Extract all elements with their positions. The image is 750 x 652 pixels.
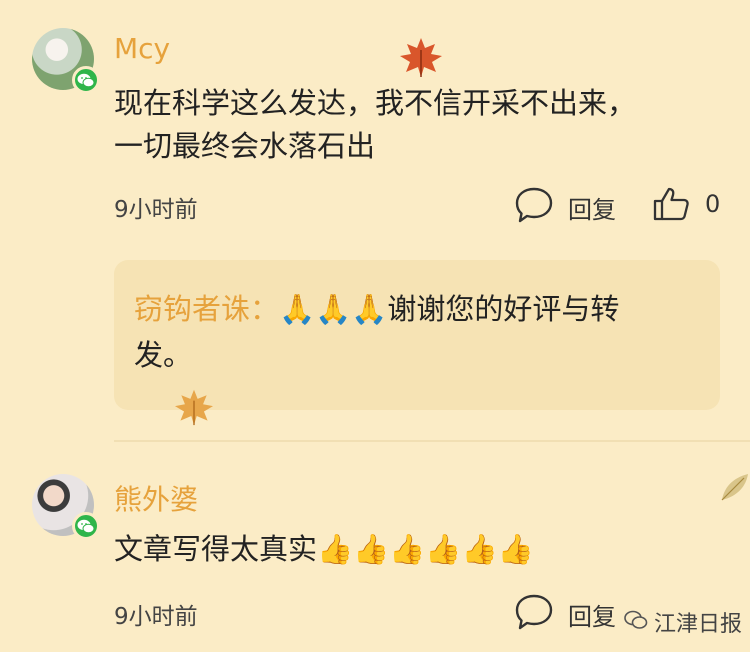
comment-author[interactable]: Mcy [114,32,170,65]
author-reply-text: 窃钩者诛：🙏🙏🙏谢谢您的好评与转 发。 [134,286,704,378]
leaf-icon [718,470,750,508]
comment-text-line: 文章写得太真实 [114,532,318,566]
reply-emojis: 🙏🙏🙏 [279,292,388,326]
comment-emojis: 👍👍👍👍👍👍 [317,532,534,566]
comment-text: 现在科学这么发达，我不信开采不出来， 一切最终会水落石出 [114,82,636,168]
comment-text: 文章写得太真实👍👍👍👍👍👍 [114,528,534,571]
comment-text-line: 一切最终会水落石出 [114,129,376,163]
thumbs-up-icon[interactable] [652,186,690,226]
maple-leaf-icon [398,36,444,87]
comment-author[interactable]: 熊外婆 [114,478,198,518]
wechat-icon [72,66,100,94]
comment-time: 9小时前 [114,197,198,223]
wechat-icon [72,512,100,540]
divider [114,440,750,442]
maple-leaf-icon [172,388,216,430]
comment-icon[interactable] [514,186,554,228]
watermark-text: 江津日报 [654,612,743,637]
comment-text-line: 现在科学这么发达，我不信开采不出来， [114,86,637,120]
reply-button[interactable]: 回复 [568,597,616,632]
comment-time: 9小时前 [114,604,198,630]
comment-icon[interactable] [514,593,554,635]
watermark: 江津日报 [624,606,742,638]
like-count: 0 [705,190,721,218]
reply-button[interactable]: 回复 [568,190,616,225]
avatar[interactable] [32,28,100,94]
avatar[interactable] [32,474,100,540]
reply-text-line: 谢谢您的好评与转 [387,292,620,326]
wechat-icon [624,610,648,634]
reply-author: 窃钩者诛： [134,292,280,326]
reply-text-line: 发。 [134,338,193,372]
